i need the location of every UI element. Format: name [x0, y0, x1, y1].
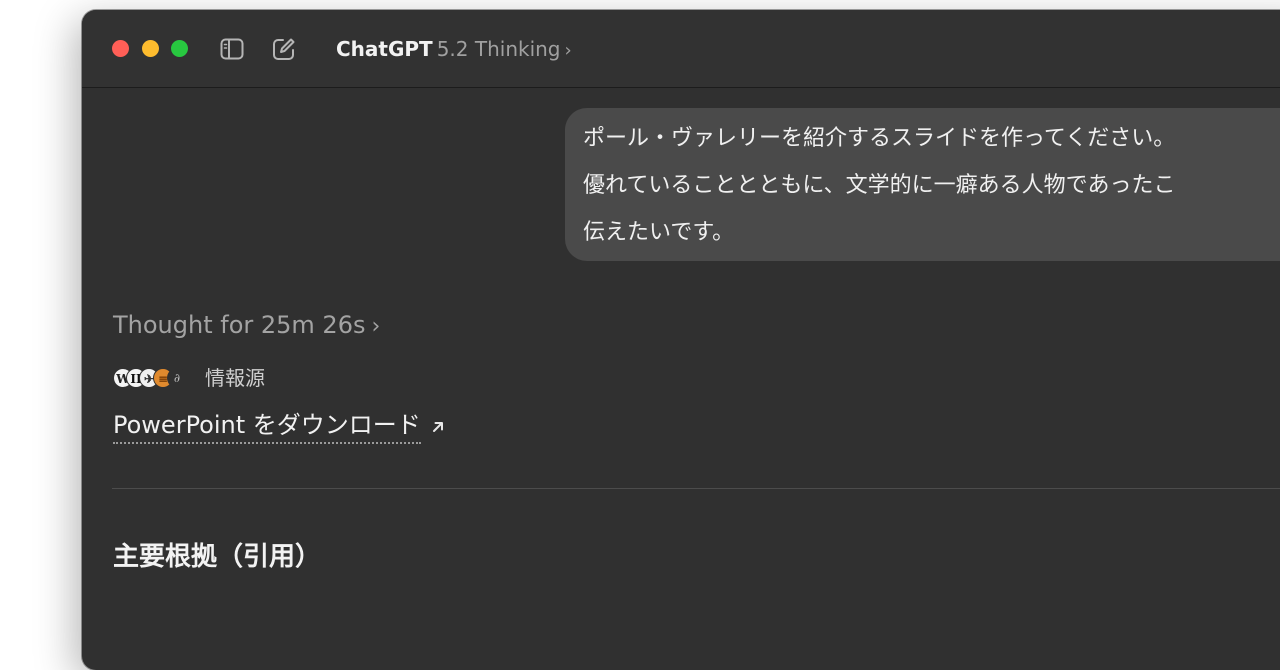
user-message-line: ポール・ヴァレリーを紹介するスライドを作ってください。	[583, 126, 1176, 151]
zoom-window-button[interactable]	[171, 40, 188, 57]
sources-label: 情報源	[205, 366, 265, 390]
model-name: 5.2 Thinking	[436, 37, 561, 61]
new-chat-compose-icon[interactable]	[270, 35, 298, 63]
sidebar-toggle-icon[interactable]	[218, 35, 246, 63]
download-label: PowerPoint をダウンロード	[113, 408, 421, 444]
model-selector[interactable]: ChatGPT 5.2 Thinking ›	[336, 36, 572, 64]
external-arrow-icon	[432, 422, 443, 432]
section-divider	[112, 488, 1280, 489]
user-message-line: 伝えたいです。	[583, 220, 735, 245]
thought-label: Thought for 25m 26s	[113, 311, 366, 339]
user-message-line: 優れていることとともに、文学的に一癖ある人物であったこ	[583, 173, 1176, 198]
close-window-button[interactable]	[112, 40, 129, 57]
title-bar: ChatGPT 5.2 Thinking ›	[82, 10, 1280, 88]
chevron-right-icon: ›	[371, 314, 381, 339]
section-heading: 主要根拠（引用）	[113, 542, 322, 572]
source-icon-5: ∂	[167, 368, 187, 388]
source-favicons: W II ✈ ≡ ∂	[113, 367, 195, 389]
chevron-right-icon: ›	[564, 40, 572, 61]
app-name: ChatGPT	[336, 37, 433, 61]
app-window: ChatGPT 5.2 Thinking › ポール・ヴァレリーを紹介するスライドを…	[82, 10, 1280, 670]
user-message-bubble: ポール・ヴァレリーを紹介するスライドを作ってください。 優れていることとともに、…	[565, 108, 1280, 261]
minimize-window-button[interactable]	[142, 40, 159, 57]
sources-button[interactable]: W II ✈ ≡ ∂ 情報源	[113, 366, 265, 390]
download-powerpoint-link[interactable]: PowerPoint をダウンロード	[113, 408, 447, 444]
thought-duration-toggle[interactable]: Thought for 25m 26s ›	[113, 310, 380, 342]
